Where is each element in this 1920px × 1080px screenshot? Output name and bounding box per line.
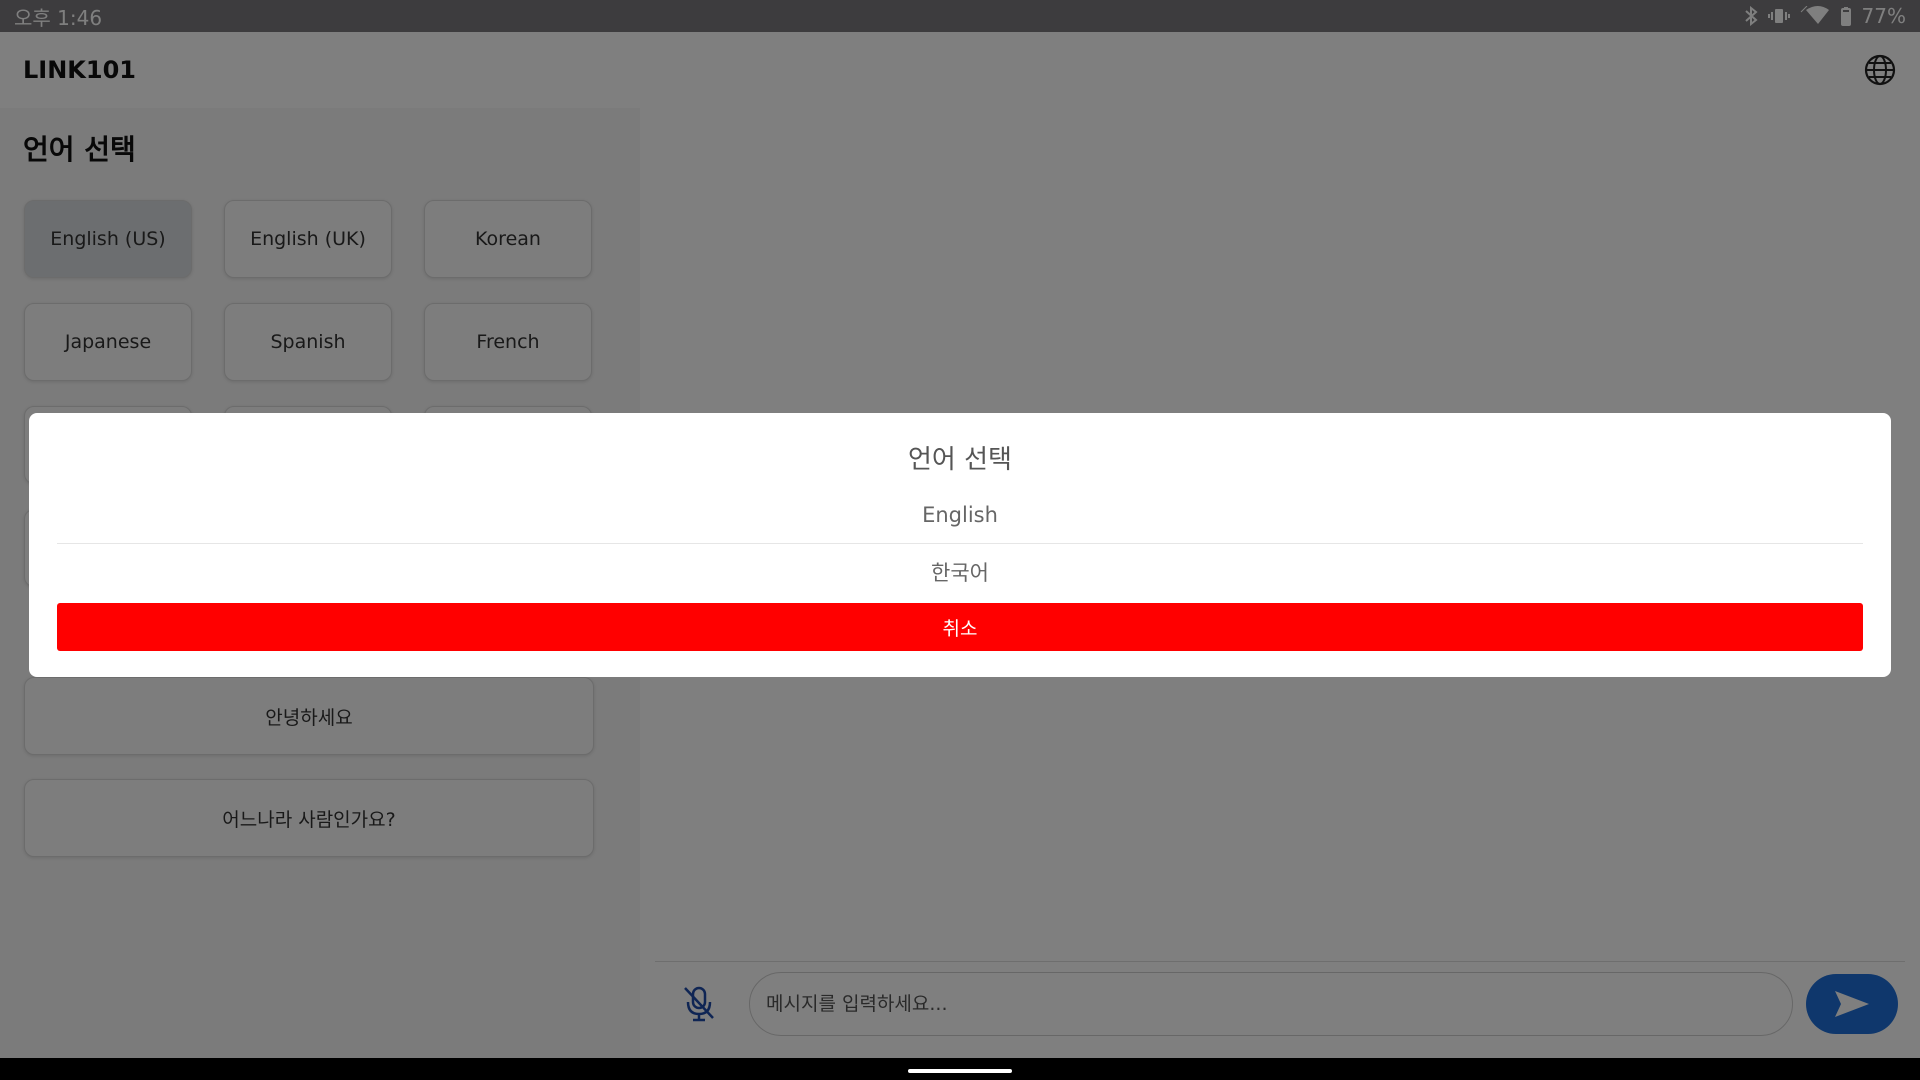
dialog-title: 언어 선택 (908, 445, 1012, 475)
home-handle[interactable] (908, 1069, 1012, 1073)
dialog-option-korean[interactable]: 한국어 (57, 544, 1863, 600)
dialog-option-english[interactable]: English (57, 487, 1863, 543)
language-dialog: 언어 선택 English 한국어 취소 (29, 413, 1891, 677)
cancel-button[interactable]: 취소 (57, 603, 1863, 651)
